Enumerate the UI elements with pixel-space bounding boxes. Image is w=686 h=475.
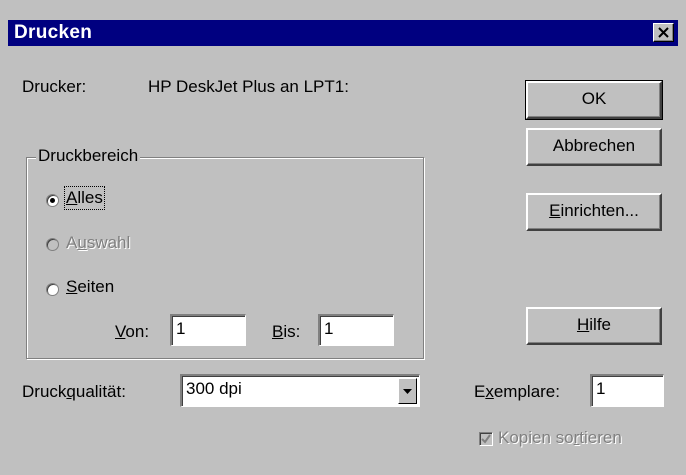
radio-all-label[interactable]: Alles	[64, 186, 105, 210]
printer-label: Drucker:	[22, 77, 87, 96]
from-input-value: 1	[176, 319, 186, 338]
chevron-down-icon	[403, 389, 412, 394]
copies-input[interactable]: 1	[590, 374, 664, 407]
quality-select-value: 300 dpi	[186, 379, 242, 398]
window-title: Drucken	[14, 22, 93, 43]
collate-checkbox	[479, 432, 493, 446]
to-label: Bis:	[272, 322, 301, 341]
copies-input-value: 1	[596, 379, 606, 398]
cancel-button[interactable]: Abbrechen	[526, 128, 662, 166]
to-input[interactable]: 1	[318, 314, 394, 346]
radio-pages[interactable]	[46, 283, 59, 296]
close-button[interactable]	[653, 23, 674, 42]
to-input-value: 1	[324, 319, 334, 338]
setup-button[interactable]: Einrichten...	[526, 193, 662, 231]
title-bar[interactable]: Drucken	[8, 20, 678, 46]
ok-button[interactable]: OK	[525, 80, 663, 120]
from-label: Von:	[115, 322, 150, 341]
printer-name: HP DeskJet Plus an LPT1:	[148, 77, 349, 96]
radio-selection	[46, 238, 59, 251]
checkmark-icon	[481, 434, 491, 444]
cancel-button-label: Abbrechen	[552, 136, 636, 155]
quality-label: Druckqualität:	[22, 382, 126, 401]
quality-select[interactable]: 300 dpi	[180, 374, 420, 407]
setup-button-label: Einrichten...	[549, 201, 639, 220]
copies-label: Exemplare:	[474, 382, 560, 401]
close-icon	[658, 27, 669, 38]
dropdown-arrow-button[interactable]	[398, 378, 417, 404]
collate-label: Kopien sortieren	[498, 428, 622, 447]
ok-button-label: OK	[581, 89, 607, 108]
radio-selection-label: Auswahl	[66, 233, 131, 252]
help-button-label: Hilfe	[576, 315, 611, 334]
radio-all[interactable]	[46, 194, 59, 207]
print-range-legend: Druckbereich	[36, 146, 141, 166]
radio-selected-dot	[50, 198, 55, 203]
help-button[interactable]: Hilfe	[526, 307, 662, 345]
radio-pages-label[interactable]: Seiten	[66, 277, 114, 297]
from-input[interactable]: 1	[170, 314, 246, 346]
print-dialog: Drucken Drucker: HP DeskJet Plus an LPT1…	[0, 0, 686, 475]
